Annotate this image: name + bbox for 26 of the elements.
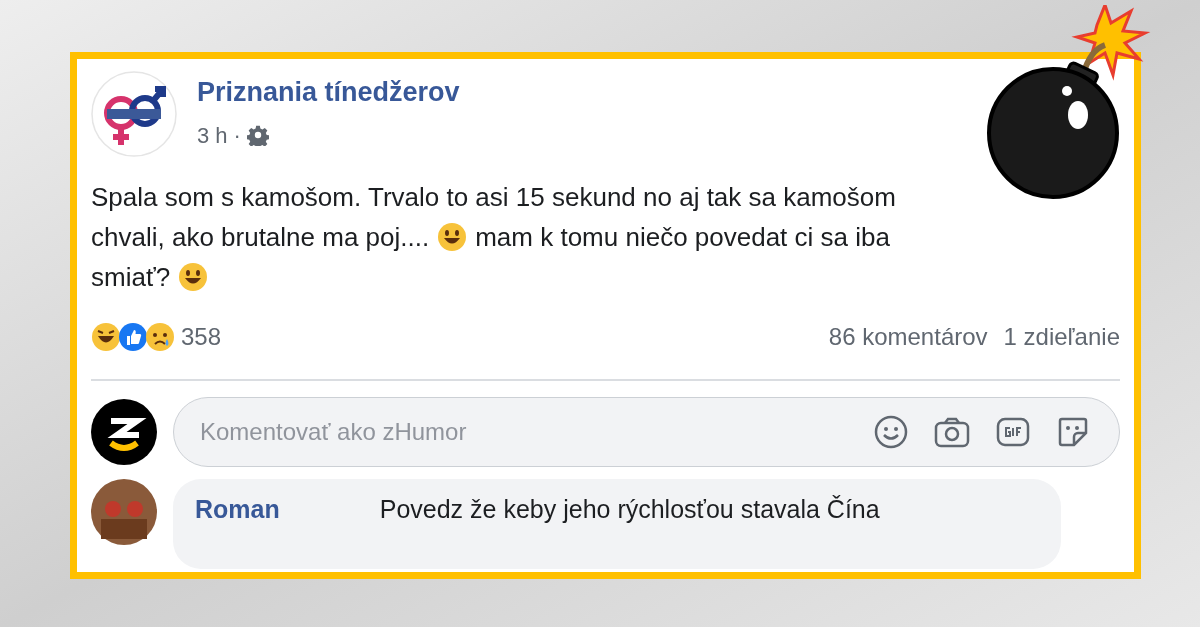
gear-icon[interactable] [246, 124, 269, 147]
page-name[interactable]: Priznania tínedžerov [197, 72, 460, 113]
sad-emoji-icon[interactable] [145, 322, 175, 352]
reaction-count[interactable]: 358 [181, 319, 222, 355]
grinning-emoji-icon [437, 222, 468, 252]
thumbs-up-icon[interactable] [118, 322, 148, 352]
post-text: mam k tomu niečo povedat ci sa iba [475, 220, 890, 254]
comment-input[interactable]: Komentovať ako zHumor [173, 397, 1120, 467]
page-logo-icon[interactable] [91, 71, 177, 157]
post-text: Spala som s kamošom. Trvalo to asi 15 sekund no aj tak sa kamošom [91, 180, 896, 214]
separator: · [233, 121, 241, 150]
camera-icon[interactable] [934, 416, 970, 448]
comment-author[interactable]: Roman [195, 491, 280, 569]
sticker-icon[interactable] [1056, 415, 1090, 449]
avatar-icon [91, 399, 157, 465]
laughing-emoji-icon[interactable] [91, 322, 121, 352]
gif-icon[interactable] [996, 417, 1030, 447]
post-text: chvali, ako brutalne ma poj.... [91, 220, 430, 254]
shares-count[interactable]: 1 zdieľanie [1003, 319, 1120, 355]
post-text: smiať? [91, 260, 171, 294]
grinning-emoji-icon [178, 262, 209, 292]
avatar-photo [91, 479, 157, 545]
comments-count[interactable]: 86 komentárov [828, 319, 988, 355]
post-time[interactable]: 3 h [197, 118, 228, 152]
comment-text: Povedz že keby jeho rýchlosťou stavala Čína [379, 494, 880, 525]
smiley-icon[interactable] [874, 415, 908, 449]
